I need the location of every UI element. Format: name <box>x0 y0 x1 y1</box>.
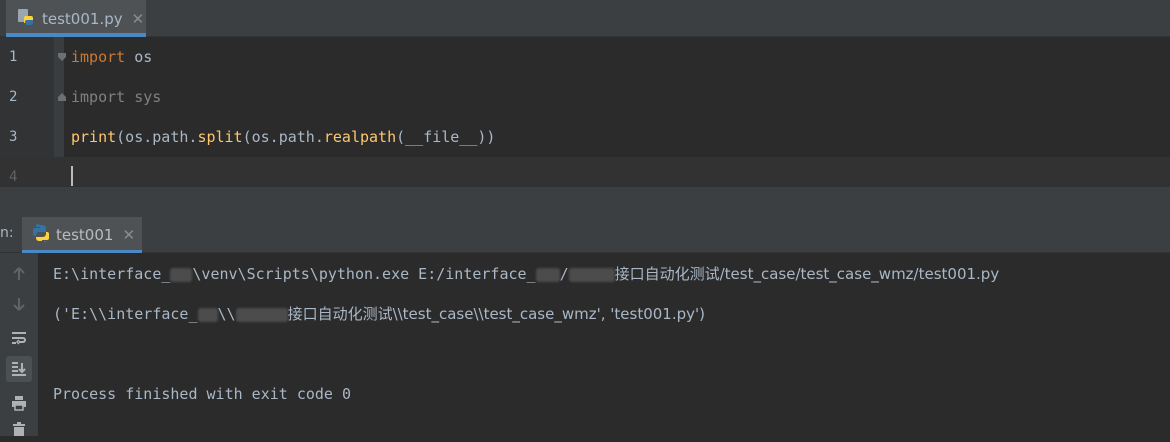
fold-end-icon[interactable] <box>58 93 66 101</box>
identifier-token: os <box>125 48 153 66</box>
unused-identifier-token: sys <box>125 88 162 106</box>
python-file-icon <box>16 8 34 30</box>
run-console[interactable]: E:\interface_ \venv\Scripts\python.exe E:… <box>0 253 1170 436</box>
editor-tab-test001[interactable]: test001.py ✕ <box>6 0 146 37</box>
redacted-text <box>235 307 288 322</box>
keyword-token: import <box>71 48 126 66</box>
console-line-result: ('E:\\interface_ \\ 接口自动化测试\\test_case\\te… <box>53 304 705 324</box>
console-text: E:\interface_ <box>53 265 171 283</box>
code-token: (__file__)) <box>396 128 496 146</box>
function-token: split <box>197 128 243 146</box>
close-icon[interactable]: ✕ <box>132 10 145 28</box>
close-icon[interactable]: ✕ <box>122 226 135 244</box>
line-number: 2 <box>9 89 18 105</box>
redacted-text <box>535 267 560 282</box>
panel-splitter[interactable] <box>0 187 1170 217</box>
code-text: import sys <box>71 77 161 117</box>
console-text: 接口自动化测试/test_case/test_case_wmz/test001.… <box>614 265 1000 283</box>
run-tab-label: test001 <box>56 226 114 244</box>
console-line-command: E:\interface_ \venv\Scripts\python.exe E:… <box>53 264 999 284</box>
console-line-exit: Process finished with exit code 0 <box>53 385 352 403</box>
redacted-text <box>170 267 193 282</box>
text-cursor <box>71 166 73 186</box>
arrow-down-icon[interactable] <box>6 291 32 317</box>
code-token: (os.path. <box>116 128 198 146</box>
fold-marker-icon[interactable] <box>58 53 66 61</box>
line-number: 3 <box>9 129 18 145</box>
run-tool-label: n: <box>0 225 14 241</box>
python-icon <box>32 224 50 246</box>
code-token: (os.path. <box>242 128 324 146</box>
editor-tab-label: test001.py <box>42 9 123 28</box>
code-line-2: 2 import sys <box>0 77 1170 117</box>
console-text: \\ <box>217 305 236 323</box>
code-line-1: 1 import os <box>0 37 1170 77</box>
scroll-to-end-icon[interactable] <box>6 356 32 382</box>
code-line-3: 3 print(os.path.split(os.path.realpath(_… <box>0 117 1170 157</box>
function-token: print <box>71 128 117 146</box>
console-text: ('E:\\interface_ <box>53 305 198 323</box>
print-icon[interactable] <box>6 390 32 416</box>
redacted-text <box>197 307 218 322</box>
function-token: realpath <box>323 128 397 146</box>
console-text: / <box>559 265 569 283</box>
console-text: 接口自动化测试\\test_case\\test_case_wmz', 'tes… <box>287 305 705 323</box>
run-toolbar <box>0 253 38 436</box>
run-tab-bar: n: test001 ✕ <box>0 217 1170 253</box>
console-text: \venv\Scripts\python.exe E:/interface_ <box>192 265 536 283</box>
soft-wrap-icon[interactable] <box>6 325 32 351</box>
line-number: 1 <box>9 49 18 65</box>
unused-import-token: import <box>71 88 126 106</box>
run-tab-test001[interactable]: test001 ✕ <box>22 217 142 253</box>
code-text: print(os.path.split(os.path.realpath(__f… <box>71 117 495 157</box>
trash-icon[interactable] <box>6 416 32 442</box>
redacted-text <box>568 267 615 282</box>
code-text: import os <box>71 37 152 77</box>
editor-tab-bar: test001.py ✕ <box>0 0 1170 37</box>
arrow-up-icon[interactable] <box>6 261 32 287</box>
